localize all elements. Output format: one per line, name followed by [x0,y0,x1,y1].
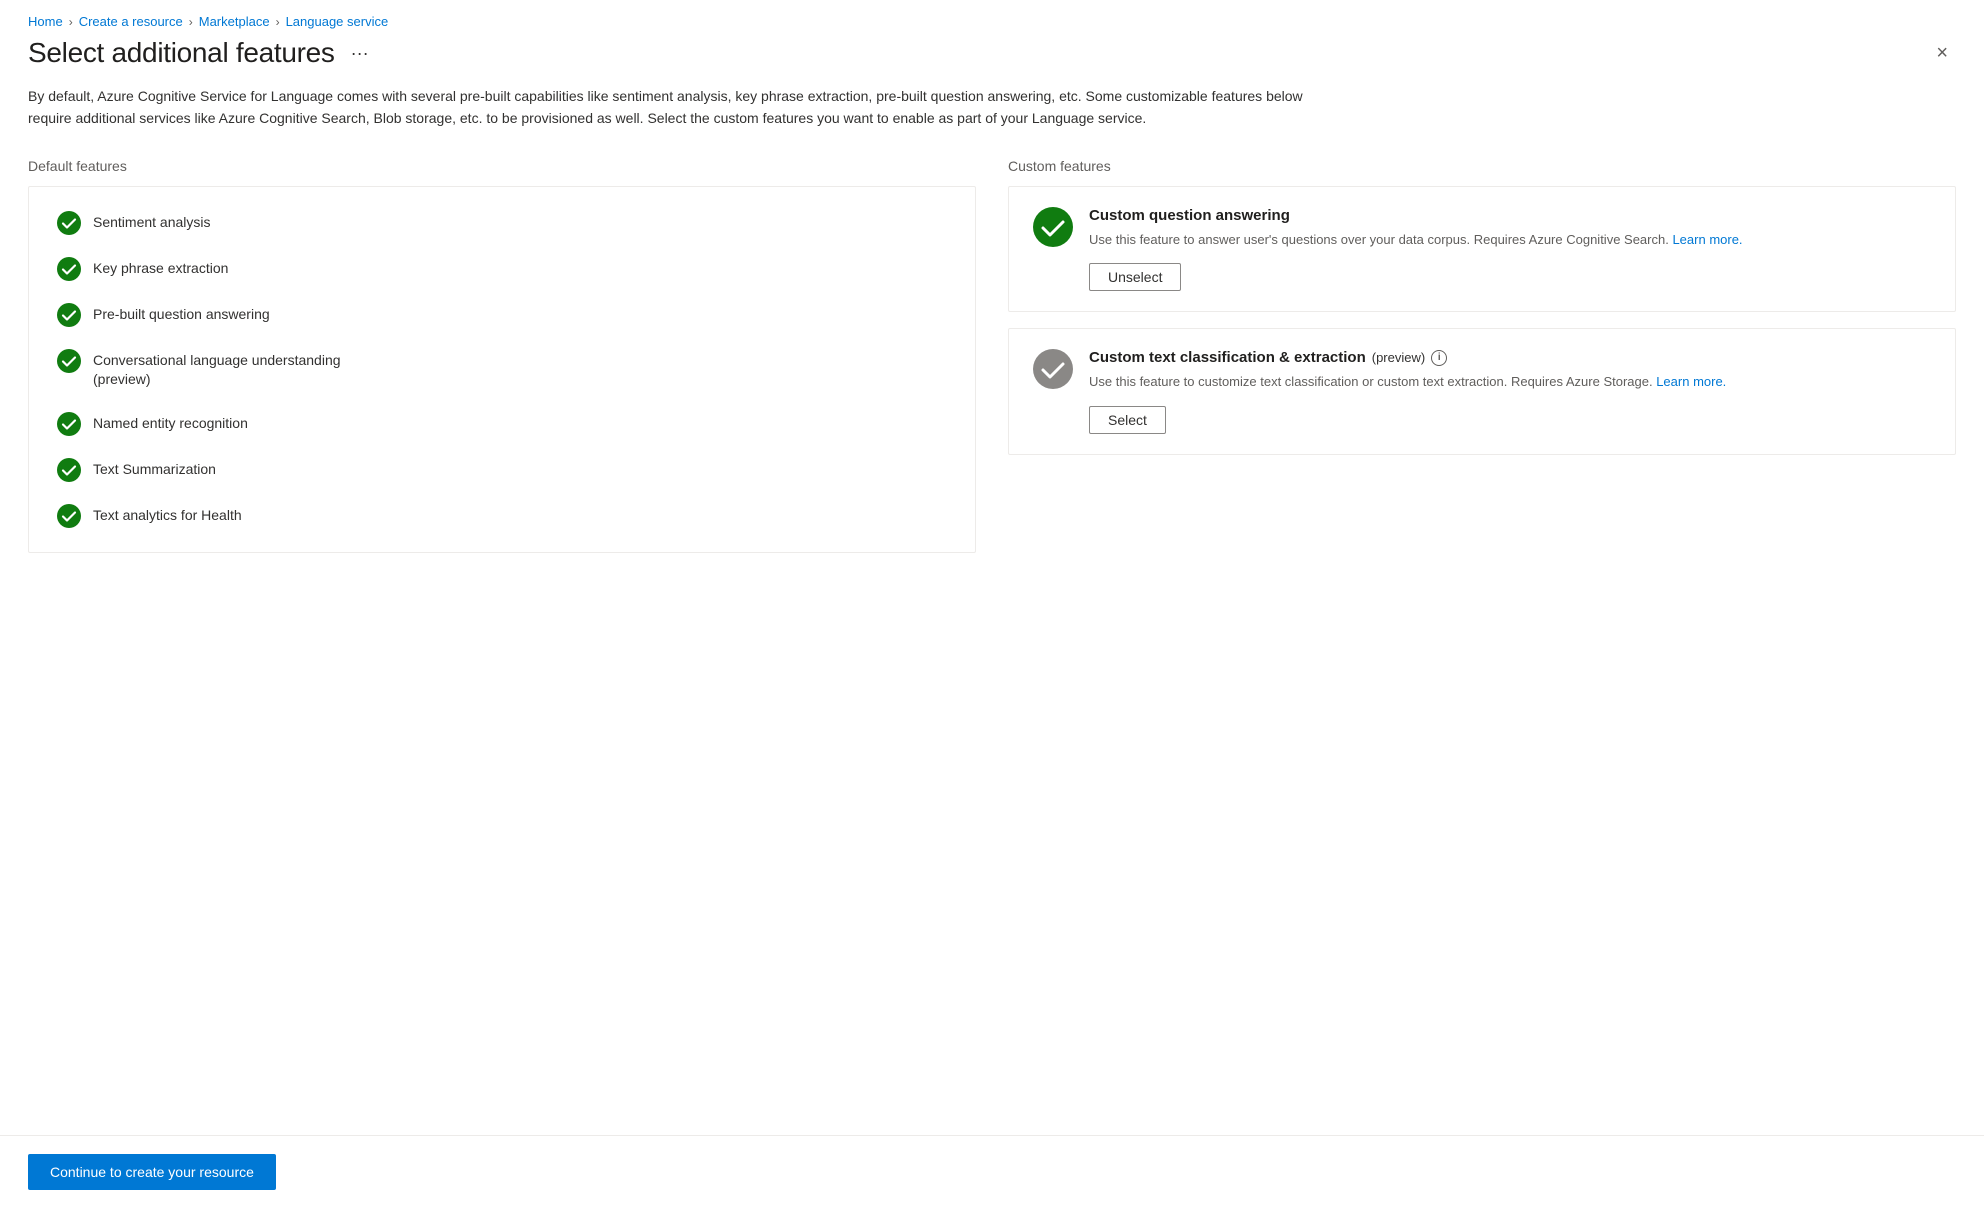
check-icon [57,458,81,482]
list-item: Pre-built question answering [57,303,947,327]
card-description: Use this feature to customize text class… [1089,372,1931,392]
learn-more-link-2[interactable]: Learn more. [1656,374,1726,389]
ellipsis-button[interactable]: ··· [345,42,375,64]
breadcrumb-home[interactable]: Home [28,14,63,29]
footer-bar: Continue to create your resource [0,1135,1984,1208]
description-text: By default, Azure Cognitive Service for … [28,85,1328,130]
close-button[interactable]: × [1928,38,1956,69]
card-title: Custom text classification & extraction … [1089,349,1931,366]
breadcrumb-language-service[interactable]: Language service [286,14,389,29]
feature-name: Pre-built question answering [93,303,270,325]
learn-more-link-1[interactable]: Learn more. [1672,232,1742,247]
breadcrumb-create-resource[interactable]: Create a resource [79,14,183,29]
feature-name: Conversational language understanding (p… [93,349,341,390]
custom-card-question-answering: Custom question answering Use this featu… [1008,186,1956,313]
check-icon [57,412,81,436]
list-item: Sentiment analysis [57,211,947,235]
custom-features-label: Custom features [1008,158,1956,174]
check-icon [57,504,81,528]
select-button[interactable]: Select [1089,406,1166,434]
check-icon [57,303,81,327]
check-icon [57,257,81,281]
default-features-box: Sentiment analysis Key phrase extraction… [28,186,976,553]
feature-name: Named entity recognition [93,412,248,434]
feature-name: Text analytics for Health [93,504,242,526]
feature-name: Key phrase extraction [93,257,228,279]
breadcrumb: Home › Create a resource › Marketplace ›… [0,0,1984,37]
list-item: Text analytics for Health [57,504,947,528]
custom-features-section: Custom features Custom question answerin… [1008,158,1956,1115]
check-icon [57,211,81,235]
check-icon [57,349,81,373]
features-grid: Default features Sentiment analysis Key … [28,158,1956,1115]
default-features-label: Default features [28,158,976,174]
list-item: Named entity recognition [57,412,947,436]
list-item: Text Summarization [57,458,947,482]
continue-button[interactable]: Continue to create your resource [28,1154,276,1190]
check-icon [1033,207,1073,247]
list-item: Conversational language understanding (p… [57,349,947,390]
card-description: Use this feature to answer user's questi… [1089,230,1931,250]
breadcrumb-sep-2: › [189,15,193,29]
feature-name: Sentiment analysis [93,211,211,233]
info-icon: i [1431,350,1447,366]
breadcrumb-sep-1: › [69,15,73,29]
card-title: Custom question answering [1089,207,1931,224]
default-features-section: Default features Sentiment analysis Key … [28,158,976,1115]
unselect-button[interactable]: Unselect [1089,263,1181,291]
feature-name: Text Summarization [93,458,216,480]
breadcrumb-marketplace[interactable]: Marketplace [199,14,270,29]
list-item: Key phrase extraction [57,257,947,281]
breadcrumb-sep-3: › [276,15,280,29]
page-title: Select additional features [28,37,335,69]
check-icon-gray [1033,349,1073,389]
custom-card-text-classification: Custom text classification & extraction … [1008,328,1956,455]
